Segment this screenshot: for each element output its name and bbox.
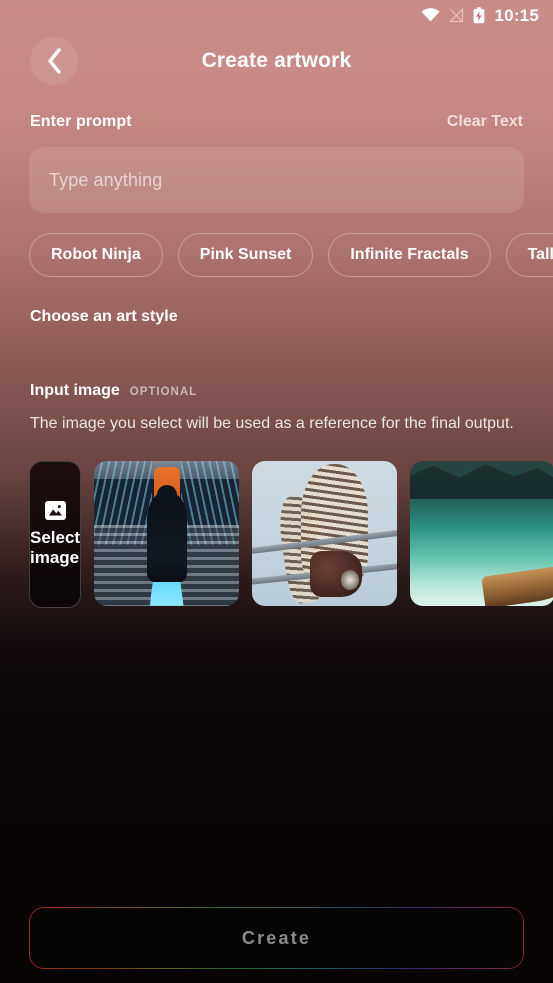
create-button-label: Create	[241, 927, 312, 948]
clear-text-button[interactable]: Clear Text	[447, 113, 523, 131]
input-image-header: Input image OPTIONAL	[0, 382, 553, 400]
input-image-thumbnail-escalator[interactable]	[94, 461, 240, 607]
signal-off-icon	[448, 7, 464, 23]
app-header: Create artwork	[0, 30, 553, 92]
photo-detail	[310, 551, 363, 598]
suggestion-chip[interactable]: Robot Ninja	[29, 233, 163, 277]
back-button[interactable]	[30, 37, 78, 85]
input-image-picker[interactable]: Select image	[0, 461, 553, 609]
page-title: Create artwork	[201, 49, 352, 72]
picture-icon	[44, 501, 66, 521]
suggestion-chip[interactable]: Infinite Fractals	[328, 233, 491, 277]
optional-badge: OPTIONAL	[129, 386, 198, 398]
prompt-placeholder: Type anything	[49, 169, 163, 190]
status-bar: 10:15	[0, 0, 553, 30]
prompt-input-wrap: Type anything	[0, 147, 553, 213]
chevron-left-icon	[45, 47, 63, 75]
art-style-heading: Choose an art style	[30, 308, 178, 325]
photo-detail	[410, 464, 553, 499]
create-button[interactable]: Create	[29, 907, 524, 969]
prompt-label: Enter prompt	[30, 113, 132, 130]
footer: Create	[29, 907, 524, 969]
select-image-label: Select image	[30, 528, 81, 568]
app-screen: 10:15 Create artwork Enter prompt Clear …	[0, 0, 553, 983]
escalator-night-photo	[94, 461, 240, 607]
owl-on-wire-photo	[252, 461, 398, 607]
input-image-description: The image you select will be used as a r…	[30, 415, 514, 432]
input-image-thumbnail-lake[interactable]	[410, 461, 553, 607]
photo-detail	[480, 565, 553, 607]
wifi-icon	[420, 8, 440, 22]
prompt-header-row: Enter prompt Clear Text	[0, 113, 553, 131]
prompt-input[interactable]: Type anything	[29, 147, 524, 213]
prompt-suggestion-chips[interactable]: Robot Ninja Pink Sunset Infinite Fractal…	[0, 233, 553, 277]
battery-charging-icon	[473, 6, 485, 24]
status-bar-clock: 10:15	[494, 5, 539, 25]
art-style-list[interactable]	[0, 326, 553, 360]
suggestion-chip[interactable]: Tall Bird	[505, 233, 553, 277]
photo-detail	[146, 491, 187, 582]
select-image-card[interactable]: Select image	[29, 461, 82, 609]
input-image-title: Input image	[30, 382, 120, 399]
turquoise-lake-boat-photo	[410, 461, 553, 607]
suggestion-chip[interactable]: Pink Sunset	[177, 233, 314, 277]
input-image-thumbnail-owl[interactable]	[252, 461, 398, 607]
